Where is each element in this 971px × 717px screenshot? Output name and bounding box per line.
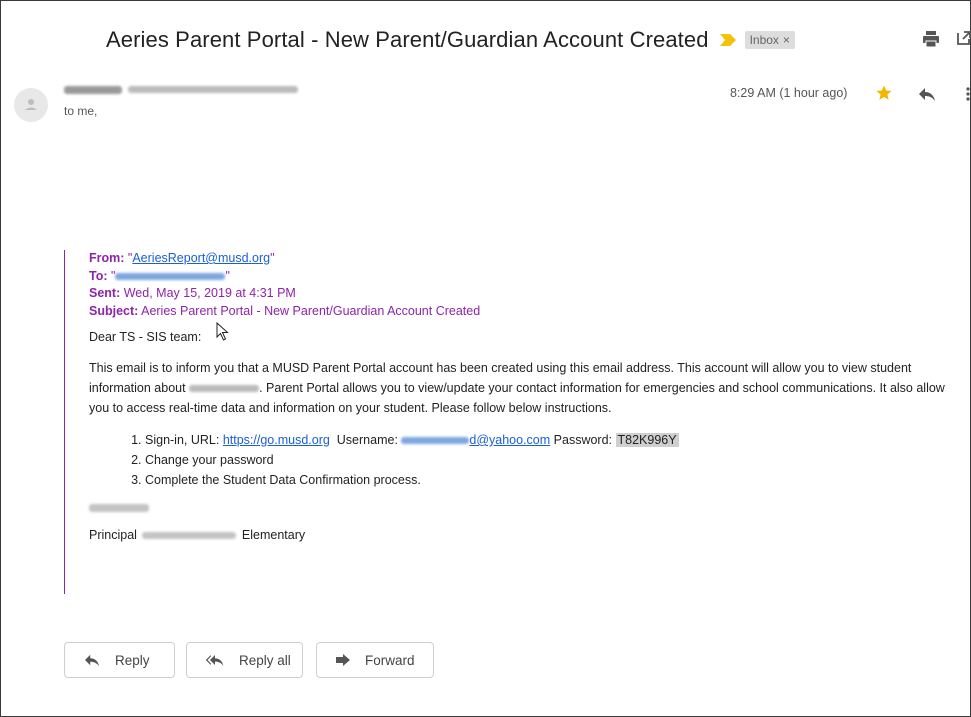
body-paragraph: This email is to inform you that a MUSD … — [89, 358, 949, 418]
sent-value: Wed, May 15, 2019 at 4:31 PM — [123, 286, 296, 300]
username-redacted — [401, 437, 470, 445]
reply-all-button-label: Reply all — [239, 652, 291, 668]
quoted-sent-line: Sent: Wed, May 15, 2019 at 4:31 PM — [89, 285, 944, 303]
email-timestamp: 8:29 AM (1 hour ago) — [730, 86, 848, 100]
open-new-window-icon[interactable] — [956, 30, 971, 46]
portal-url-link[interactable]: https://go.musd.org — [223, 433, 330, 447]
username-label: Username: — [336, 433, 402, 447]
reply-icon[interactable] — [917, 86, 937, 102]
forwarded-message: From: "AeriesReport@musd.org" To: " " Sen… — [64, 250, 945, 594]
username-suffix: d@yahoo.com — [469, 433, 551, 447]
subject-label: Subject: — [89, 303, 139, 318]
username-email-link[interactable]: d@yahoo.com — [401, 433, 550, 447]
password-value: T82K996Y — [615, 433, 679, 447]
sender-email-redacted — [128, 86, 298, 94]
reply-all-arrow-icon — [205, 655, 224, 666]
sender-avatar — [14, 88, 48, 122]
principal-line: Principal Elementary — [89, 528, 944, 542]
reply-arrow-icon — [85, 654, 99, 667]
quoted-from-line: From: "AeriesReport@musd.org" — [89, 251, 275, 265]
school-name-redacted — [142, 532, 237, 540]
mouse-cursor-icon — [216, 322, 229, 341]
to-email-redacted[interactable] — [115, 272, 226, 280]
inbox-label-text: Inbox — [749, 33, 779, 47]
student-name-redacted — [189, 385, 260, 393]
password-label: Password: — [550, 433, 616, 447]
to-label: To: — [89, 268, 108, 283]
forward-button-label: Forward — [365, 652, 415, 668]
print-icon[interactable] — [922, 30, 940, 48]
email-subject: Aeries Parent Portal - New Parent/Guardi… — [106, 27, 709, 52]
reply-button-label: Reply — [115, 652, 150, 668]
recipient-summary[interactable]: to me, — [64, 104, 97, 118]
step1-prefix: Sign-in, URL: — [145, 433, 223, 447]
instruction-step-2: Change your password — [145, 450, 944, 470]
reply-button[interactable]: Reply — [64, 642, 175, 678]
from-label: From: — [89, 251, 125, 265]
star-icon[interactable] — [875, 84, 893, 102]
email-subject-bar: Aeries Parent Portal - New Parent/Guardi… — [106, 24, 795, 56]
from-email-link[interactable]: AeriesReport@musd.org — [132, 251, 270, 265]
instruction-list: Sign-in, URL: https://go.musd.org Userna… — [89, 430, 944, 490]
subject-value: Aeries Parent Portal - New Parent/Guardi… — [141, 303, 481, 318]
sender-info[interactable] — [64, 82, 298, 96]
reply-all-button[interactable]: Reply all — [186, 642, 303, 678]
instruction-step-3: Complete the Student Data Confirmation p… — [145, 470, 944, 490]
important-marker-icon[interactable] — [719, 33, 737, 47]
more-options-icon[interactable] — [965, 86, 971, 102]
principal-suffix: Elementary — [238, 528, 306, 542]
default-avatar-icon — [25, 99, 37, 110]
signature-name-redacted — [89, 504, 149, 512]
greeting-text: Dear TS - SIS team: — [89, 330, 202, 344]
greeting: Dear TS - SIS team: — [89, 322, 944, 344]
principal-prefix: Principal — [89, 528, 141, 542]
remove-label-icon[interactable]: × — [783, 33, 790, 47]
sent-label: Sent: — [89, 286, 121, 300]
inbox-label-chip[interactable]: Inbox × — [744, 31, 795, 49]
instruction-step-1: Sign-in, URL: https://go.musd.org Userna… — [145, 430, 944, 450]
sender-name-redacted — [64, 85, 122, 94]
forward-button[interactable]: Forward — [316, 642, 434, 678]
forward-arrow-icon — [336, 654, 350, 666]
quoted-subject-line: Subject: Aeries Parent Portal - New Pare… — [89, 303, 944, 321]
quoted-to-line: To: " " — [89, 268, 230, 283]
